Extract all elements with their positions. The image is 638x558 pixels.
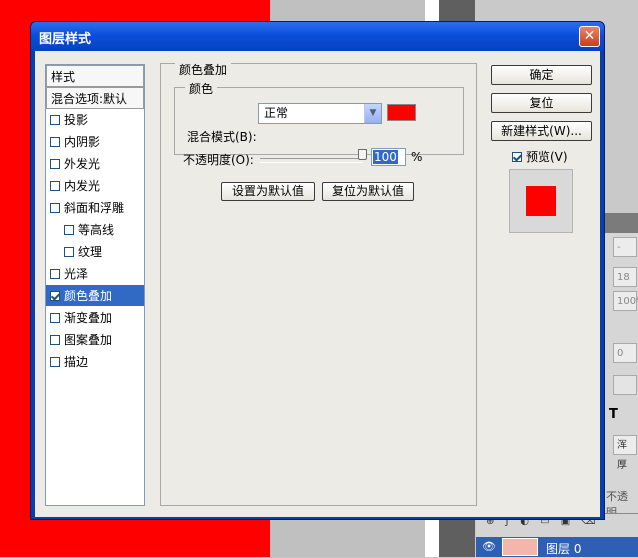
eye-icon[interactable]: 👁 [482,540,496,553]
styles-list-label: 外发光 [64,157,101,171]
checkbox-icon[interactable] [512,152,522,162]
checkbox-icon[interactable] [50,335,60,345]
panel-field-5[interactable] [613,375,637,395]
chevron-down-icon[interactable]: ▼ [364,104,381,123]
styles-list-label: 纹理 [78,245,103,259]
preview-checkbox[interactable]: 预览(V) [512,148,568,165]
preview-swatch [526,186,556,216]
opacity-slider-thumb[interactable] [358,149,367,160]
style-preview [509,169,573,233]
checkbox-icon[interactable] [50,357,60,367]
styles-list-label: 描边 [64,355,89,369]
blend-mode-value: 正常 [264,106,289,120]
checkbox-icon[interactable] [64,247,74,257]
styles-list-item[interactable]: 纹理 [46,241,144,263]
styles-list-item[interactable]: 光泽 [46,263,144,285]
panel-field-3[interactable]: 100% [613,291,638,311]
checkbox-icon[interactable] [50,291,60,301]
blend-mode-select[interactable]: 正常 ▼ [258,103,382,124]
set-default-button[interactable]: 设置为默认值 [221,182,315,201]
panel-field-1[interactable]: - [613,237,637,257]
character-panel-peek: - 18 点 100% 0 T 浑厚 [600,213,638,513]
layer-style-dialog: 图层样式 ✕ 样式 混合选项:默认 投影 内阴影 外发光 内发光 斜面和浮雕 等高线 纹理 光泽颜… [30,21,605,520]
text-tool-icon: T [609,407,618,422]
preview-label: 预览(V) [526,150,568,164]
styles-list-label: 样式 [51,70,76,84]
styles-list-item[interactable]: 图案叠加 [46,329,144,351]
dialog-client: 样式 混合选项:默认 投影 内阴影 外发光 内发光 斜面和浮雕 等高线 纹理 光泽 颜色叠加 渐变叠加… [35,51,600,517]
opacity-unit: % [411,150,423,164]
checkbox-icon[interactable] [50,203,60,213]
dialog-titlebar[interactable]: 图层样式 ✕ [31,22,604,51]
checkbox-icon[interactable] [50,115,60,125]
panel-header-bar [601,213,638,233]
group-title: 颜色叠加 [175,61,232,78]
blend-mode-label: 混合模式(B): [187,130,257,144]
styles-list-label: 斜面和浮雕 [64,201,125,215]
styles-list-item[interactable]: 斜面和浮雕 [46,197,144,219]
layer-name: 图层 0 [546,542,582,556]
overlay-color-swatch[interactable] [387,104,416,121]
styles-list-label: 内阴影 [64,135,101,149]
antialias-field[interactable]: 浑厚 [613,435,637,471]
checkbox-icon[interactable] [50,159,60,169]
new-style-button[interactable]: 新建样式(W)... [491,121,592,141]
subgroup-title: 颜色 [185,80,218,97]
styles-list-item[interactable]: 内阴影 [46,131,144,153]
opacity-slider-track[interactable] [260,158,363,163]
styles-list-label: 颜色叠加 [64,289,113,303]
reset-default-button[interactable]: 复位为默认值 [322,182,414,201]
styles-list-label: 图案叠加 [64,333,113,347]
checkbox-icon[interactable] [50,313,60,323]
styles-list-label: 内发光 [64,179,101,193]
panel-field-4[interactable]: 0 [613,343,637,363]
styles-list-label: 光泽 [64,267,89,281]
styles-list-item[interactable]: 渐变叠加 [46,307,144,329]
checkbox-icon[interactable] [50,181,60,191]
styles-list-item[interactable]: 样式 [46,65,144,87]
layer-thumbnail [502,538,538,556]
opacity-label: 不透明度(O): [183,153,254,167]
styles-list-item[interactable]: 外发光 [46,153,144,175]
opacity-value: 100 [373,150,398,164]
styles-list-item[interactable]: 等高线 [46,219,144,241]
styles-list-item[interactable]: 投影 [46,109,144,131]
styles-list-label: 混合选项:默认 [51,92,128,106]
styles-list-item[interactable]: 颜色叠加 [46,285,144,307]
styles-list-item[interactable]: 描边 [46,351,144,373]
opacity-input[interactable]: 100 [371,148,406,166]
reset-button[interactable]: 复位 [491,93,592,113]
styles-list-label: 投影 [64,113,89,127]
styles-list-label: 等高线 [78,223,115,237]
close-button[interactable]: ✕ [579,26,600,47]
styles-list-item[interactable]: 混合选项:默认 [46,87,144,109]
checkbox-icon[interactable] [50,137,60,147]
checkbox-icon[interactable] [64,225,74,235]
styles-list-item[interactable]: 内发光 [46,175,144,197]
ok-button[interactable]: 确定 [491,65,592,85]
close-icon: ✕ [583,28,596,44]
styles-list-label: 渐变叠加 [64,311,113,325]
styles-list: 样式混合选项:默认投影内阴影外发光内发光斜面和浮雕等高线纹理光泽颜色叠加渐变叠加… [45,64,145,506]
checkbox-icon[interactable] [50,269,60,279]
layer-row[interactable]: 👁 图层 0 [476,537,638,557]
panel-field-2[interactable]: 18 点 [613,267,637,303]
dialog-title: 图层样式 [39,32,92,47]
